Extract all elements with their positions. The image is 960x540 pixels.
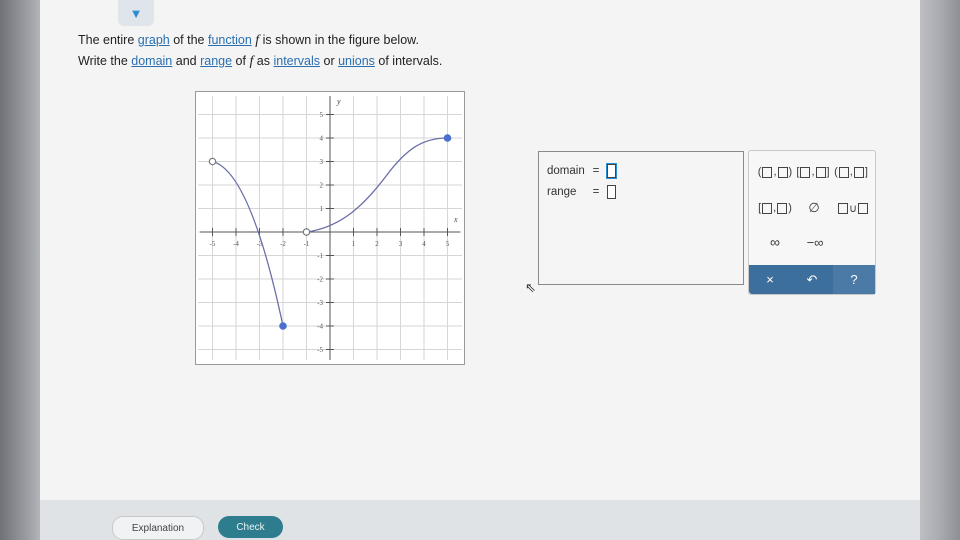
- y-tick-label: -2: [317, 276, 323, 284]
- range-label: range: [547, 186, 577, 198]
- y-tick-label: -4: [317, 323, 323, 331]
- x-tick-label: 3: [399, 240, 403, 248]
- unions-link[interactable]: unions: [338, 54, 375, 68]
- open-endpoint: [302, 228, 311, 236]
- equals-sign: =: [592, 186, 600, 198]
- x-tick-label: -4: [233, 240, 239, 248]
- x-tick-label: 1: [352, 240, 356, 248]
- clear-button[interactable]: ×: [749, 265, 791, 294]
- question-text: The entire graph of the function f is sh…: [78, 30, 442, 72]
- check-button[interactable]: Check: [218, 516, 283, 538]
- question-line-2: Write the domain and range of f as inter…: [78, 54, 443, 69]
- closed-closed-interval-key[interactable]: [,]: [795, 163, 831, 181]
- union-key[interactable]: ∪: [835, 199, 871, 217]
- graph-link[interactable]: graph: [138, 33, 170, 47]
- range-input[interactable]: [607, 185, 616, 199]
- equals-sign: =: [592, 165, 600, 177]
- y-tick-label: 3: [320, 158, 324, 166]
- answer-box: domain = range =: [538, 151, 744, 285]
- undo-button[interactable]: ↶: [791, 265, 833, 294]
- x-tick-label: 4: [422, 240, 426, 248]
- y-tick-label: -3: [317, 299, 323, 307]
- x-tick-label: 2: [375, 240, 379, 248]
- graph-canvas: -5 -4 -3 -2 -1 1 2 3 4 554321-1-2-3-4-5xy: [198, 96, 462, 360]
- y-tick-label: -1: [317, 252, 323, 260]
- x-tick-label: -5: [210, 240, 216, 248]
- mouse-pointer-icon: ⇖: [525, 280, 536, 295]
- domain-row: domain =: [547, 163, 617, 179]
- collapse-toggle[interactable]: ▼: [118, 0, 154, 26]
- x-axis-label: x: [453, 215, 458, 224]
- closed-endpoint: [279, 322, 287, 330]
- domain-link[interactable]: domain: [131, 54, 172, 68]
- keypad-actions: × ↶ ?: [749, 265, 875, 294]
- y-tick-label: 4: [320, 135, 324, 143]
- question-line-1: The entire graph of the function f is sh…: [78, 33, 419, 48]
- y-axis-label: y: [336, 97, 341, 106]
- chevron-down-icon: ▼: [129, 5, 143, 21]
- help-button[interactable]: ?: [833, 265, 875, 294]
- y-tick-label: -5: [317, 346, 323, 354]
- math-keypad: (,) [,] (,] [,) ∅ ∪ ∞ −∞ × ↶ ?: [748, 150, 876, 295]
- x-tick-label: 5: [446, 240, 450, 248]
- function-link[interactable]: function: [208, 33, 252, 47]
- y-tick-label: 2: [320, 182, 324, 190]
- y-tick-label: 5: [320, 111, 324, 119]
- open-open-interval-key[interactable]: (,): [757, 163, 793, 181]
- open-endpoint: [208, 157, 217, 166]
- x-tick-label: -2: [280, 240, 286, 248]
- closed-open-interval-key[interactable]: [,): [757, 199, 793, 217]
- empty-set-key[interactable]: ∅: [799, 199, 829, 217]
- range-row: range =: [547, 185, 616, 199]
- intervals-link[interactable]: intervals: [273, 54, 320, 68]
- infinity-key[interactable]: ∞: [757, 233, 793, 251]
- range-link[interactable]: range: [200, 54, 232, 68]
- function-graph: -5 -4 -3 -2 -1 1 2 3 4 5 5 4 3 2 1 -1 -2 -3 -4 -5 x y: [195, 91, 465, 365]
- domain-input[interactable]: [606, 163, 617, 179]
- y-tick-label: 1: [320, 205, 324, 213]
- negative-infinity-key[interactable]: −∞: [795, 233, 835, 251]
- x-tick-label: -1: [304, 240, 310, 248]
- open-closed-interval-key[interactable]: (,]: [833, 163, 869, 181]
- explanation-button[interactable]: Explanation: [112, 516, 204, 540]
- curve-segment-1: [212, 160, 284, 327]
- closed-endpoint: [443, 134, 452, 142]
- domain-label: domain: [547, 165, 585, 177]
